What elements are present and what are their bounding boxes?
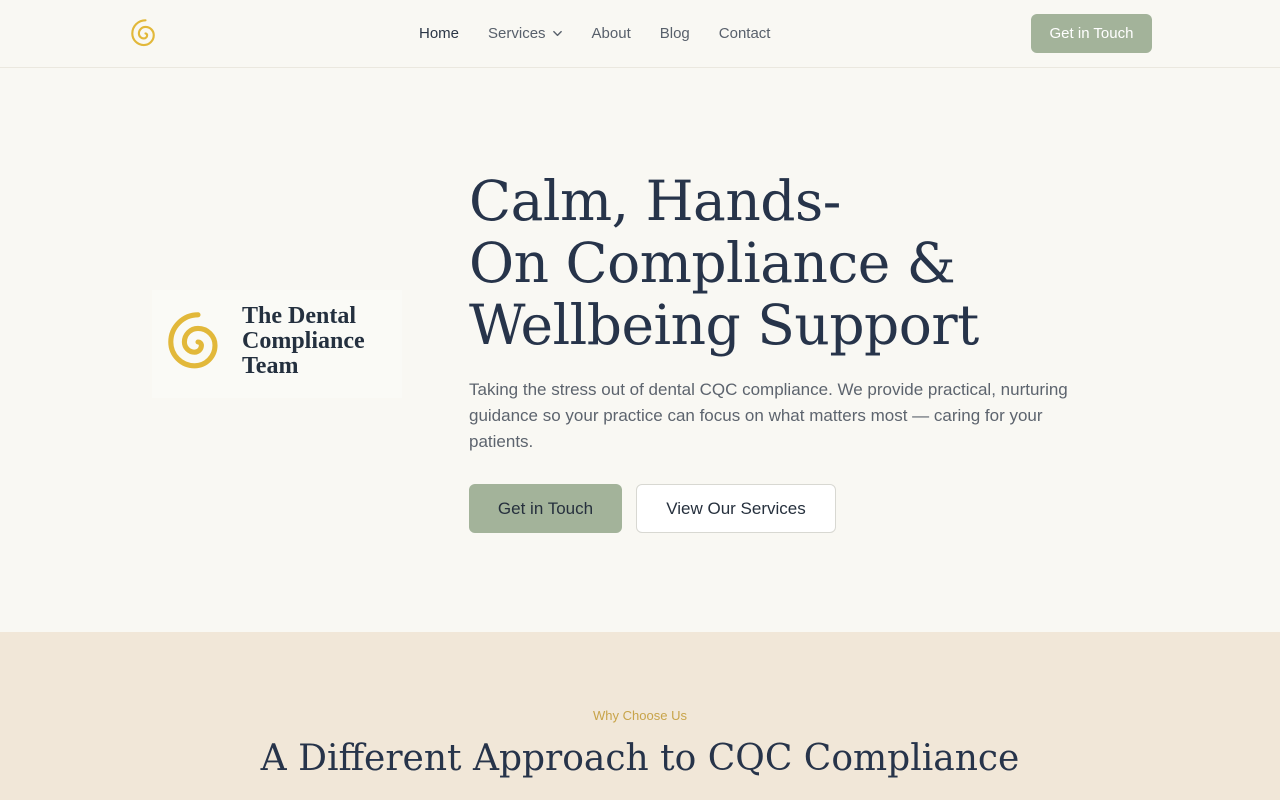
hero-title: Calm, Hands- On Compliance & Wellbeing S… — [469, 170, 1089, 356]
brand-line: Compliance — [242, 328, 365, 354]
spiral-logo-icon[interactable] — [129, 17, 162, 50]
hero-title-line: Wellbeing Support — [469, 293, 979, 357]
nav-contact-label: Contact — [718, 25, 771, 42]
nav-about-label: About — [591, 25, 631, 42]
brand-line: The Dental — [242, 303, 356, 329]
nav-blog[interactable]: Blog — [660, 25, 690, 42]
section-title: A Different Approach to CQC Compliance — [260, 738, 1020, 779]
chevron-down-icon — [552, 30, 562, 37]
header-get-in-touch-button[interactable]: Get in Touch — [1031, 14, 1152, 53]
main-nav: Home Services About Blog Contact — [419, 0, 799, 67]
brand-name: The Dental Compliance Team — [242, 304, 392, 379]
site-header: Home Services About Blog Contact Get in … — [0, 0, 1280, 68]
nav-services[interactable]: Services — [488, 25, 563, 42]
brand-line: Team — [242, 353, 299, 379]
nav-home[interactable]: Home — [419, 25, 459, 42]
get-in-touch-button[interactable]: Get in Touch — [469, 484, 622, 533]
spiral-logo-icon — [168, 312, 218, 369]
hero-title-line: On Compliance & — [469, 231, 956, 295]
brand-logo: The Dental Compliance Team — [152, 290, 402, 398]
why-choose-us-section: Why Choose Us A Different Approach to CQ… — [0, 632, 1280, 800]
hero-title-line: Calm, Hands- — [469, 169, 841, 233]
section-eyebrow: Why Choose Us — [593, 708, 687, 723]
hero-description: Taking the stress out of dental CQC comp… — [469, 380, 1068, 451]
nav-home-label: Home — [419, 25, 460, 42]
view-services-button[interactable]: View Our Services — [636, 484, 836, 533]
nav-about[interactable]: About — [592, 25, 631, 42]
nav-contact[interactable]: Contact — [719, 25, 771, 42]
nav-blog-label: Blog — [659, 25, 690, 42]
nav-services-label: Services — [488, 25, 546, 42]
